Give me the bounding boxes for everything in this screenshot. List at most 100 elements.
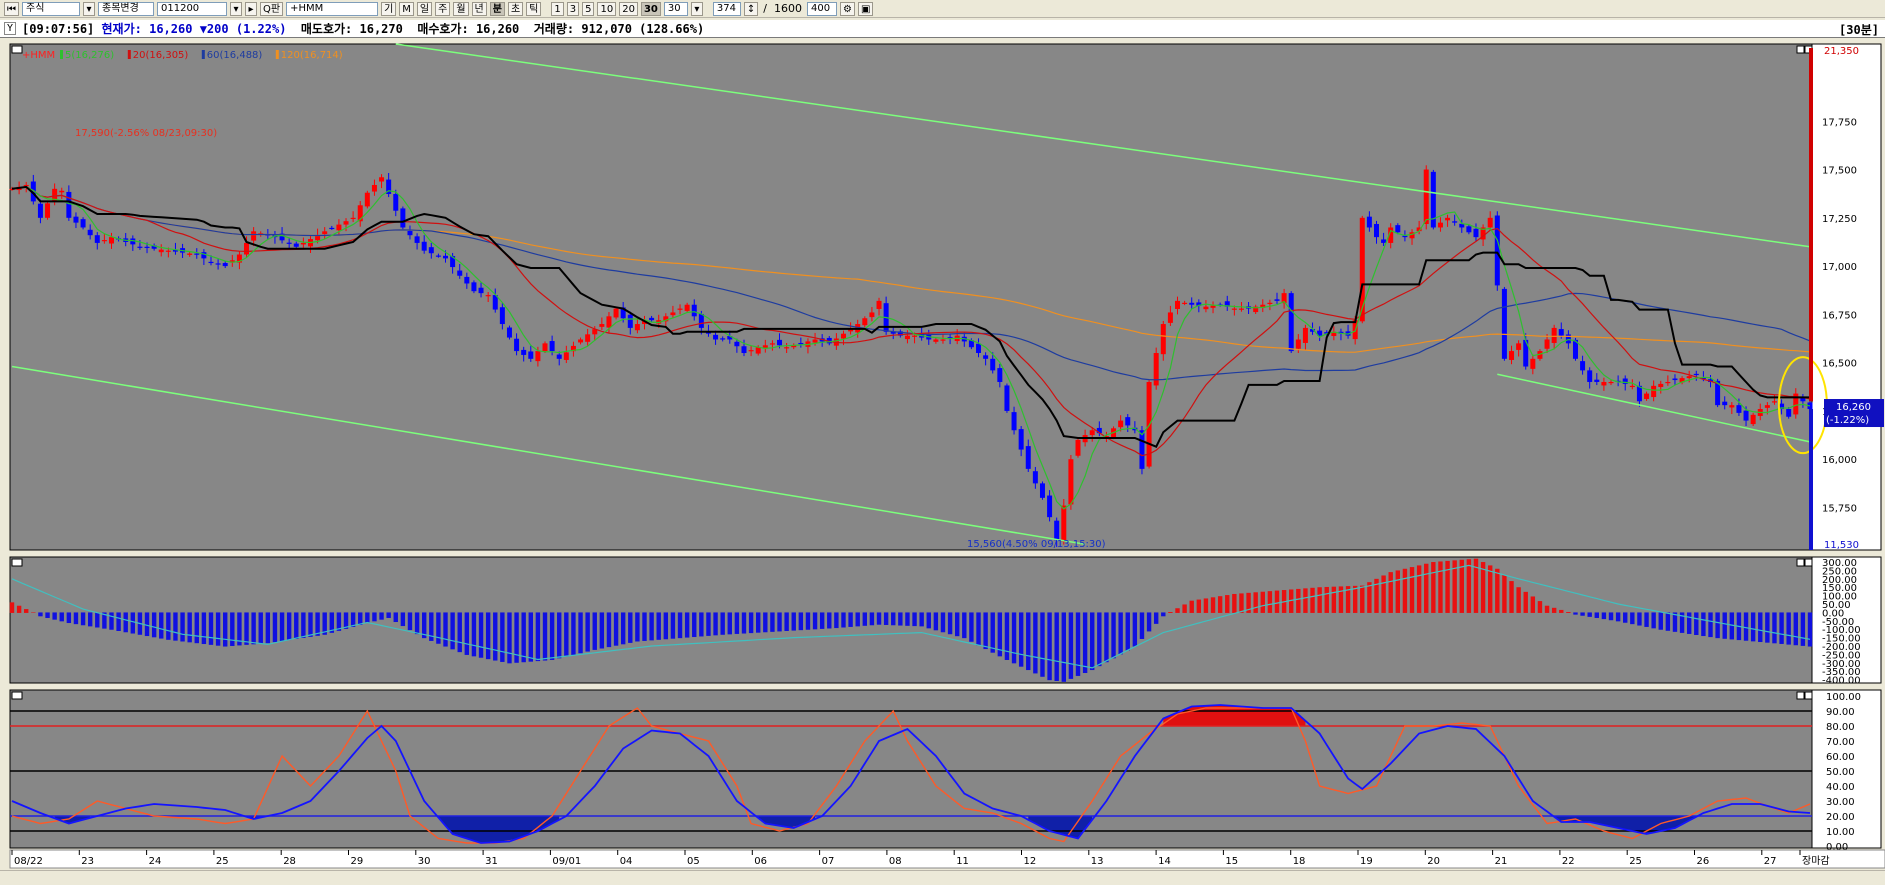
period-year[interactable]: 년 bbox=[471, 1, 487, 16]
candle-body bbox=[66, 191, 72, 218]
interval-20[interactable]: 20 bbox=[619, 1, 638, 16]
interval-10[interactable]: 10 bbox=[597, 1, 617, 16]
candle-body bbox=[1551, 327, 1557, 343]
menu-m[interactable]: M bbox=[399, 1, 414, 16]
candle-body bbox=[1373, 223, 1379, 238]
candle-body bbox=[1047, 495, 1053, 518]
x-axis-label: 27 bbox=[1764, 856, 1777, 867]
period-week[interactable]: 주 bbox=[435, 1, 451, 16]
macd-bar bbox=[1658, 612, 1663, 630]
view-count-input[interactable]: 400 bbox=[806, 1, 837, 16]
candle-body bbox=[1466, 226, 1472, 233]
chart-area[interactable]: +HMM 5(16,276) 20(16,305) 60(16,488) 120(16,… bbox=[0, 40, 1885, 870]
interval-dropdown-icon[interactable]: ▾ bbox=[690, 1, 703, 16]
search-button[interactable]: Q판 bbox=[260, 1, 284, 16]
interval-3[interactable]: 3 bbox=[566, 1, 580, 16]
macd-bar bbox=[642, 612, 647, 641]
period-month[interactable]: 월 bbox=[453, 1, 469, 16]
macd-tick-label: -400.00 bbox=[1822, 676, 1861, 687]
stoch-tick-label: 20.00 bbox=[1826, 812, 1855, 823]
interval-5[interactable]: 5 bbox=[582, 1, 595, 16]
macd-bar bbox=[549, 612, 555, 660]
macd-bar bbox=[166, 612, 171, 640]
stock-name-field: +HMM bbox=[286, 1, 379, 16]
settings-icon[interactable]: ⚙ bbox=[839, 1, 855, 16]
macd-bar bbox=[87, 612, 93, 627]
macd-bar bbox=[1090, 612, 1095, 671]
candle-body bbox=[1302, 327, 1308, 343]
macd-bar bbox=[1779, 612, 1784, 644]
macd-bar bbox=[613, 612, 619, 646]
macd-bar bbox=[528, 612, 533, 662]
count-spinner-icon[interactable]: ↕ bbox=[743, 1, 759, 16]
candle-body bbox=[1366, 216, 1372, 228]
macd-bar bbox=[500, 612, 505, 662]
x-axis-label: 21 bbox=[1495, 856, 1508, 867]
bid-label: 매수호가: bbox=[417, 22, 469, 36]
price-legend: +HMM 5(16,276) 20(16,305) 60(16,488) 120(16,… bbox=[22, 50, 343, 61]
candle-body bbox=[798, 342, 804, 345]
macd-bar bbox=[1047, 612, 1052, 681]
candle-body bbox=[322, 231, 328, 235]
period-tag: [30분] bbox=[1839, 23, 1879, 37]
macd-bar bbox=[1367, 582, 1372, 613]
macd-bar bbox=[1807, 612, 1813, 647]
interval-30[interactable]: 30 bbox=[640, 1, 661, 16]
macd-bar bbox=[620, 612, 626, 645]
x-axis-label: 29 bbox=[351, 856, 364, 867]
candle-body bbox=[1423, 169, 1429, 224]
candle-body bbox=[144, 246, 150, 248]
axis-min-label: 11,530 bbox=[1824, 540, 1859, 551]
stoch-tick-label: 50.00 bbox=[1826, 767, 1855, 778]
macd-bar bbox=[592, 612, 597, 650]
macd-bar bbox=[244, 612, 249, 645]
interval-input[interactable]: 30 bbox=[663, 1, 688, 16]
macd-bar bbox=[16, 605, 22, 613]
stoch-tick-label: 60.00 bbox=[1826, 752, 1855, 763]
macd-bar bbox=[692, 612, 697, 638]
first-record-button[interactable]: ⏮ bbox=[4, 1, 19, 16]
candle-body bbox=[1644, 393, 1650, 399]
macd-bar bbox=[151, 612, 157, 638]
candle-body bbox=[1580, 361, 1586, 371]
change-symbol-select[interactable]: 종목변경 bbox=[98, 1, 154, 16]
candle-body bbox=[556, 354, 562, 359]
count-input[interactable]: 374 bbox=[712, 1, 741, 16]
market-select[interactable]: 주식 bbox=[22, 1, 80, 16]
candle-body bbox=[1288, 293, 1294, 352]
bid-price: 16,260 bbox=[475, 21, 520, 36]
candle-body bbox=[514, 338, 520, 352]
macd-bar bbox=[251, 612, 256, 645]
market-dropdown-icon[interactable]: ▾ bbox=[83, 1, 95, 16]
macd-bar bbox=[876, 612, 882, 625]
next-icon[interactable]: ▸ bbox=[245, 1, 257, 16]
period-minute[interactable]: 분 bbox=[489, 1, 505, 16]
candle-body bbox=[649, 317, 655, 321]
macd-bar bbox=[1260, 591, 1265, 613]
period-tick[interactable]: 틱 bbox=[526, 1, 542, 16]
candle-body bbox=[336, 224, 342, 231]
legend-ma-3: 120(16,714) bbox=[281, 50, 343, 61]
candle-body bbox=[1167, 312, 1173, 323]
x-axis-label: 04 bbox=[620, 856, 633, 867]
macd-bar bbox=[1118, 612, 1123, 655]
code-input[interactable]: 011200 bbox=[157, 1, 227, 16]
candle-body bbox=[443, 255, 449, 259]
code-dropdown-icon[interactable]: ▾ bbox=[230, 1, 242, 16]
filter-icon[interactable]: Y bbox=[4, 22, 17, 35]
macd-bar bbox=[1068, 612, 1074, 679]
candle-body bbox=[578, 339, 584, 343]
candle-body bbox=[613, 308, 619, 318]
candle-body bbox=[59, 190, 65, 193]
candle-body bbox=[364, 192, 370, 207]
interval-1[interactable]: 1 bbox=[551, 1, 564, 16]
macd-bar bbox=[848, 612, 853, 627]
candle-body bbox=[222, 263, 228, 267]
macd-bar bbox=[116, 612, 121, 631]
period-day[interactable]: 일 bbox=[416, 1, 433, 16]
period-second[interactable]: 초 bbox=[507, 1, 524, 16]
save-icon[interactable]: ▣ bbox=[857, 1, 874, 16]
menu-gi[interactable]: 기 bbox=[381, 1, 397, 16]
candle-body bbox=[542, 343, 548, 352]
macd-bar bbox=[1800, 612, 1806, 646]
